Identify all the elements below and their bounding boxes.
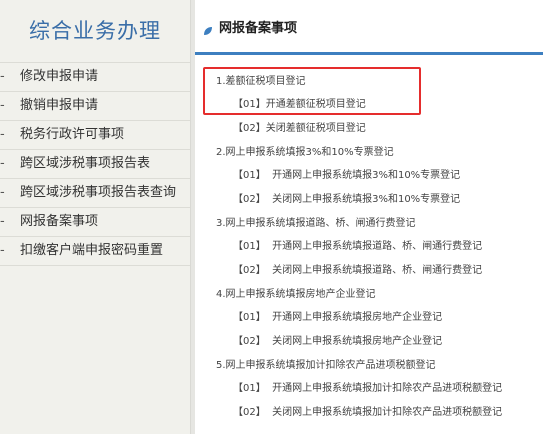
item-code: 【02】	[233, 194, 266, 205]
sidebar-item-label: 网报备案事项	[20, 214, 99, 229]
item-label: 关闭差额征税项目登记	[265, 123, 366, 134]
main-header: 网报备案事项	[195, 0, 543, 55]
link-open-toll-fee[interactable]: 【01】 开通网上申报系统填报道路、桥、闸通行费登记	[233, 237, 482, 252]
main-panel: 网报备案事项 1.差额征税项目登记 【01】开通差额征税项目登记 【02】关闭差…	[195, 0, 543, 434]
item-label: 开通网上申报系统填报道路、桥、闸通行费登记	[272, 241, 483, 252]
dash-bullet-icon: -	[0, 185, 5, 200]
dash-bullet-icon: -	[0, 156, 5, 171]
dash-bullet-icon: -	[0, 243, 5, 258]
sidebar-item-cross-region-report[interactable]: - 跨区域涉税事项报告表	[0, 150, 190, 179]
link-close-real-estate[interactable]: 【02】 关闭网上申报系统填报房地产企业登记	[233, 332, 442, 347]
page-title: 网报备案事项	[219, 21, 298, 36]
sidebar-item-label: 修改申报申请	[20, 69, 99, 84]
link-open-real-estate[interactable]: 【01】 开通网上申报系统填报房地产企业登记	[233, 308, 442, 323]
sidebar-menu: - 修改申报申请 - 撤销申报申请 - 税务行政许可事项 - 跨区域涉税事项报告…	[0, 63, 190, 266]
sidebar-item-label: 跨区域涉税事项报告表	[20, 156, 151, 171]
item-label: 开通网上申报系统填报加计扣除农产品进项税额登记	[272, 383, 503, 394]
sidebar-item-filing-matters[interactable]: - 网报备案事项	[0, 208, 190, 237]
sidebar-item-password-reset[interactable]: - 扣缴客户端申报密码重置	[0, 237, 190, 266]
dash-bullet-icon: -	[0, 127, 5, 142]
link-close-agri-deduction[interactable]: 【02】 关闭网上申报系统填报加计扣除农产品进项税额登记	[233, 403, 502, 418]
section-heading-4: 4.网上申报系统填报房地产企业登记	[216, 289, 376, 300]
dash-bullet-icon: -	[0, 98, 5, 113]
item-label: 关闭网上申报系统填报房地产企业登记	[272, 336, 443, 347]
dash-bullet-icon: -	[0, 214, 5, 229]
item-code: 【01】	[233, 383, 266, 394]
section-heading-2: 2.网上申报系统填报3%和10%专票登记	[216, 147, 394, 158]
item-code: 【02】	[233, 123, 266, 134]
sidebar-item-admin-permit[interactable]: - 税务行政许可事项	[0, 121, 190, 150]
item-label: 关闭网上申报系统填报道路、桥、闸通行费登记	[272, 265, 483, 276]
link-open-agri-deduction[interactable]: 【01】 开通网上申报系统填报加计扣除农产品进项税额登记	[233, 379, 502, 394]
item-code: 【02】	[233, 407, 266, 418]
dash-bullet-icon: -	[0, 69, 5, 84]
item-label: 开通网上申报系统填报房地产企业登记	[272, 312, 443, 323]
sidebar-item-cross-region-query[interactable]: - 跨区域涉税事项报告表查询	[0, 179, 190, 208]
sidebar-item-label: 扣缴客户端申报密码重置	[20, 243, 164, 258]
item-code: 【02】	[233, 265, 266, 276]
item-code: 【02】	[233, 336, 266, 347]
item-label: 关闭网上申报系统填报加计扣除农产品进项税额登记	[272, 407, 503, 418]
sidebar-item-cancel-declaration[interactable]: - 撤销申报申请	[0, 92, 190, 121]
sidebar-item-label: 跨区域涉税事项报告表查询	[20, 185, 177, 200]
sidebar-title: 综合业务办理	[0, 0, 190, 63]
sidebar: 综合业务办理 - 修改申报申请 - 撤销申报申请 - 税务行政许可事项 - 跨区…	[0, 0, 191, 434]
item-label: 开通网上申报系统填报3%和10%专票登记	[272, 170, 461, 181]
sidebar-item-label: 撤销申报申请	[20, 98, 99, 113]
link-close-toll-fee[interactable]: 【02】 关闭网上申报系统填报道路、桥、闸通行费登记	[233, 261, 482, 276]
sidebar-item-label: 税务行政许可事项	[20, 127, 125, 142]
link-close-differential-tax[interactable]: 【02】关闭差额征税项目登记	[233, 119, 366, 134]
item-label: 关闭网上申报系统填报3%和10%专票登记	[272, 194, 461, 205]
item-code: 【01】	[233, 241, 266, 252]
highlight-box	[203, 67, 421, 115]
filing-list: 1.差额征税项目登记 【01】开通差额征税项目登记 【02】关闭差额征税项目登记…	[195, 55, 543, 434]
section-heading-3: 3.网上申报系统填报道路、桥、闸通行费登记	[216, 218, 416, 229]
leaf-icon	[203, 21, 213, 40]
link-open-special-invoice[interactable]: 【01】 开通网上申报系统填报3%和10%专票登记	[233, 166, 460, 181]
section-heading-5: 5.网上申报系统填报加计扣除农产品进项税额登记	[216, 360, 436, 371]
item-code: 【01】	[233, 312, 266, 323]
item-code: 【01】	[233, 170, 266, 181]
sidebar-item-modify-declaration[interactable]: - 修改申报申请	[0, 63, 190, 92]
link-close-special-invoice[interactable]: 【02】 关闭网上申报系统填报3%和10%专票登记	[233, 190, 460, 205]
